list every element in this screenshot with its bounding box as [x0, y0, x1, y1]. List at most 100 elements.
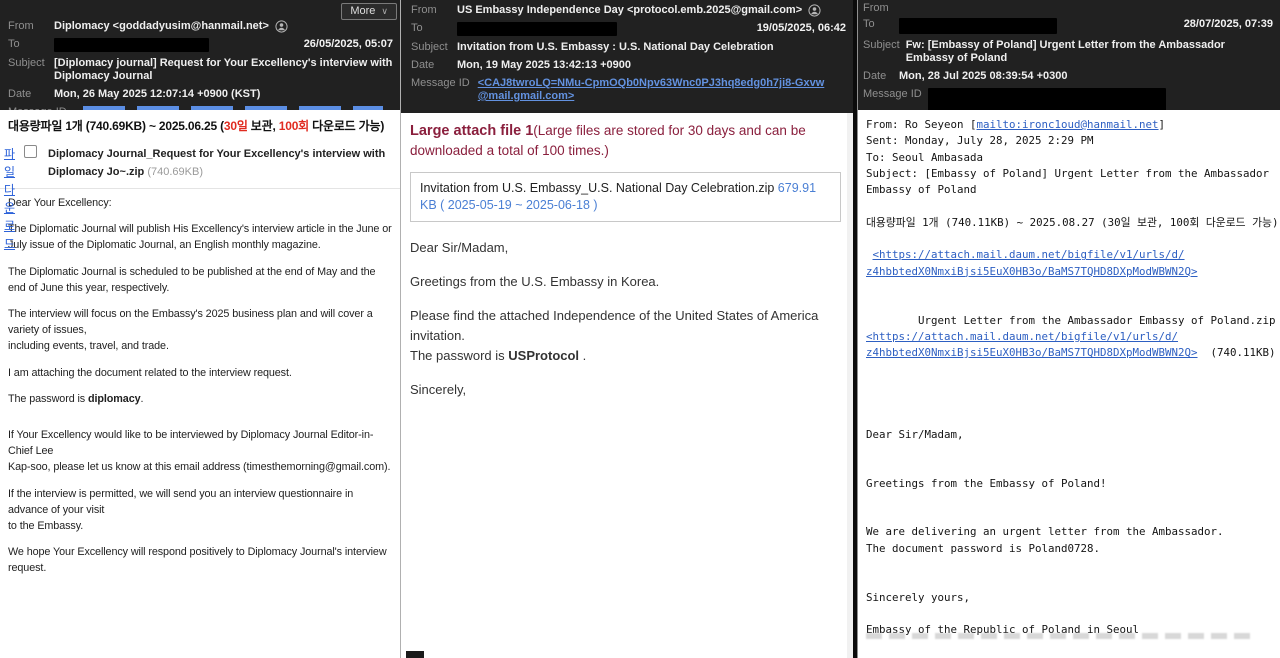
- file-download-char[interactable]: 파: [2, 145, 17, 163]
- email-body-right: From: Ro Seyeon [mailto:ironc1oud@hanmai…: [858, 110, 1280, 639]
- text-line: Sent: Monday, July 28, 2025 2:29 PM: [866, 133, 1280, 149]
- date-label: Date: [863, 70, 893, 83]
- link[interactable]: z4hbbtedX0NmxiBjsi5EuX0HB3o/BaMS7TQHD8DX…: [866, 265, 1198, 278]
- from-row: From US Embassy Independence Day <protoc…: [411, 4, 848, 17]
- text-line: Greetings from the Embassy of Poland!: [866, 476, 1280, 492]
- text-line: [866, 443, 1280, 459]
- text-line: [410, 292, 845, 306]
- text-line: [866, 394, 1280, 410]
- from-row: From: [863, 2, 1275, 15]
- link[interactable]: mailto:ironc1oud@hanmail.net: [977, 118, 1159, 131]
- subject-value: Fw: [Embassy of Poland] Urgent Letter fr…: [906, 39, 1256, 65]
- email-panel-embassy-of-poland: From To 28/07/2025, 07:39 Subject Fw: [E…: [857, 0, 1280, 658]
- email-body-left: 대용량파일 1개 (740.69KB) ~ 2025.06.25 (30일 보관…: [0, 110, 400, 577]
- text-line: z4hbbtedX0NmxiBjsi5EuX0HB3o/BaMS7TQHD8DX…: [866, 264, 1280, 280]
- text-line: Sincerely yours,: [866, 590, 1280, 606]
- text-line: [866, 198, 1280, 214]
- file-download-vertical-link[interactable]: 파일다운로드: [2, 145, 17, 253]
- message-id-row: Message ID <CAJ8twroLQ=NMu-CpmOQb0Npv63W…: [411, 77, 848, 103]
- text-line: The document password is Poland0728.: [866, 541, 1280, 557]
- message-id-row: Message ID: [863, 88, 1275, 110]
- contact-icon[interactable]: [275, 20, 288, 33]
- received-datetime: 26/05/2025, 05:07: [304, 38, 395, 51]
- redacted-faint-line: [866, 633, 1254, 639]
- email-panel-us-embassy: From US Embassy Independence Day <protoc…: [400, 0, 853, 658]
- date-label: Date: [411, 59, 449, 72]
- to-label: To: [411, 22, 449, 35]
- from-value: US Embassy Independence Day <protocol.em…: [457, 4, 802, 17]
- file-download-char[interactable]: 운: [2, 199, 17, 217]
- date-row: Date Mon, 26 May 2025 12:07:14 +0900 (KS…: [8, 88, 395, 101]
- large-file-notice: 대용량파일 1개 (740.69KB) ~ 2025.06.25 (30일 보관…: [8, 117, 396, 134]
- text-segment: The password is: [8, 393, 88, 405]
- subject-label: Subject: [8, 57, 46, 70]
- large-attach-notice: Large attach file 1(Large files are stor…: [410, 121, 845, 160]
- text-line: [8, 417, 396, 427]
- from-row: From Diplomacy <goddadyusim@hanmail.net>: [8, 20, 395, 33]
- text-segment: (740.11KB): [1198, 346, 1276, 359]
- file-download-char[interactable]: 다: [2, 181, 17, 199]
- text-line: [8, 296, 396, 306]
- more-button-label: More: [350, 5, 375, 17]
- to-label: To: [8, 38, 46, 51]
- file-download-char[interactable]: 일: [2, 163, 17, 181]
- redacted-recipient: [457, 22, 617, 36]
- date-value: Mon, 28 Jul 2025 08:39:54 +0300: [899, 70, 1067, 83]
- text-line: The password is diplomacy.: [8, 391, 396, 407]
- email-screenshots-montage: More∨ From Diplomacy <goddadyusim@hanmai…: [0, 0, 1280, 658]
- text-line: [866, 606, 1280, 622]
- redacted-recipient: [899, 18, 1057, 34]
- text-segment: USProtocol: [508, 348, 579, 363]
- subject-label: Subject: [863, 39, 900, 52]
- from-label: From: [8, 20, 46, 33]
- date-row: Date Mon, 28 Jul 2025 08:39:54 +0300: [863, 70, 1275, 83]
- attachment-box[interactable]: Invitation from U.S. Embassy_U.S. Nation…: [410, 172, 841, 222]
- link[interactable]: <https://attach.mail.daum.net/bigfile/v1…: [873, 248, 1185, 261]
- text-line: [410, 366, 845, 380]
- text-line: [410, 258, 845, 272]
- from-label: From: [863, 2, 893, 15]
- text-line: Embassy of Poland: [866, 182, 1280, 198]
- text-line: [866, 280, 1280, 296]
- text-line: We are delivering an urgent letter from …: [866, 524, 1280, 540]
- from-value: Diplomacy <goddadyusim@hanmail.net>: [54, 20, 269, 33]
- attachment-name[interactable]: Diplomacy Journal_Request for Your Excel…: [48, 148, 385, 178]
- text-line: [8, 407, 396, 417]
- text-segment: From: Ro Seyeon [: [866, 118, 977, 131]
- message-id-label: Message ID: [863, 88, 922, 101]
- message-id-label: Message ID: [411, 77, 470, 90]
- text-line: Dear Your Excellency:: [8, 195, 396, 211]
- email-header-left: More∨ From Diplomacy <goddadyusim@hanmai…: [0, 0, 400, 110]
- subject-value: Invitation from U.S. Embassy : U.S. Nati…: [457, 41, 774, 54]
- subject-row: Subject Invitation from U.S. Embassy : U…: [411, 41, 848, 54]
- text-line: [866, 296, 1280, 312]
- text-line: [866, 459, 1280, 475]
- subject-value: [Diplomacy journal] Request for Your Exc…: [54, 57, 394, 83]
- redacted-recipient: [54, 38, 209, 52]
- received-datetime: 19/05/2025, 06:42: [757, 22, 848, 35]
- text-segment: .: [579, 348, 586, 363]
- text-line: [8, 381, 396, 391]
- text-line: The password is USProtocol .: [410, 346, 845, 366]
- to-row: To 19/05/2025, 06:42: [411, 22, 848, 36]
- email-body-middle: Large attach file 1(Large files are stor…: [401, 113, 853, 400]
- text-segment: 100회: [279, 119, 309, 133]
- text-segment: The password is: [410, 348, 508, 363]
- link[interactable]: z4hbbtedX0NmxiBjsi5EuX0HB3o/BaMS7TQHD8DX…: [866, 346, 1198, 359]
- more-button[interactable]: More∨: [341, 3, 397, 20]
- text-segment: 30일: [224, 119, 248, 133]
- text-line: 대용량파일 1개 (740.11KB) ~ 2025.08.27 (30일 보관…: [866, 215, 1280, 231]
- message-id-link[interactable]: <CAJ8twroLQ=NMu-CpmOQb0Npv63Wnc0PJ3hq8ed…: [478, 77, 826, 103]
- text-line: We hope Your Excellency will respond pos…: [8, 544, 396, 576]
- contact-icon[interactable]: [808, 4, 821, 17]
- attachment-checkbox[interactable]: [24, 145, 37, 158]
- email-header-middle: From US Embassy Independence Day <protoc…: [401, 0, 853, 113]
- date-value: Mon, 26 May 2025 12:07:14 +0900 (KST): [54, 88, 260, 101]
- text-segment: ]: [1159, 118, 1166, 131]
- link[interactable]: <https://attach.mail.daum.net/bigfile/v1…: [866, 330, 1178, 343]
- file-download-char[interactable]: 드: [2, 235, 17, 253]
- text-segment: 대용량파일 1개 (740.69KB) ~ 2025.06.25 (: [8, 119, 224, 133]
- text-line: z4hbbtedX0NmxiBjsi5EuX0HB3o/BaMS7TQHD8DX…: [866, 345, 1280, 361]
- text-line: Dear Sir/Madam,: [866, 427, 1280, 443]
- file-download-char[interactable]: 로: [2, 217, 17, 235]
